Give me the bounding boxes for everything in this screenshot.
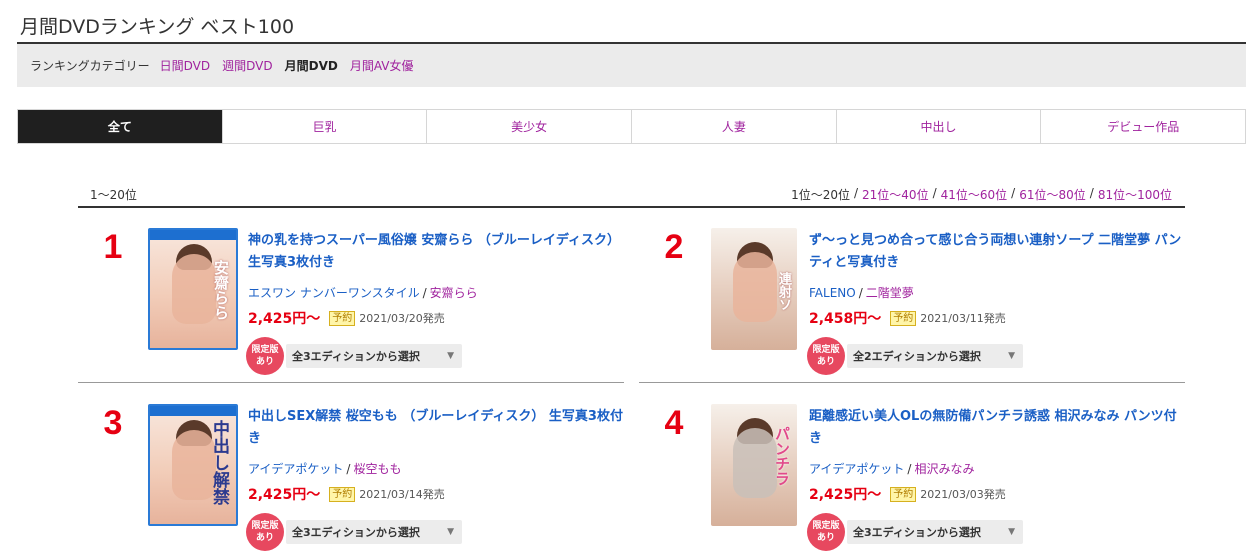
limited-edition-badge: 限定版 あり: [246, 513, 284, 551]
edition-select[interactable]: 全3エディションから選択 ▼: [286, 520, 462, 544]
product-credits: エスワン ナンバーワンスタイル / 安齋らら: [248, 284, 478, 301]
ranking-item: 2 連射ソ ず〜っと見つめ合って感じ合う両想い連射ソープ 二階堂夢 パンティと写…: [639, 228, 1185, 383]
tab-married[interactable]: 人妻: [631, 110, 836, 143]
pager-separator: /: [853, 186, 859, 200]
price-row: 2,425円〜 予約 2021/03/14発売: [248, 484, 445, 504]
maker-link[interactable]: アイデアポケット: [248, 462, 343, 476]
actress-link[interactable]: 桜空もも: [353, 462, 401, 476]
product-title-link[interactable]: 距離感近い美人OLの無防備パンチラ誘惑 相沢みなみ パンツ付き: [809, 406, 1185, 450]
pager-61-80[interactable]: 61位〜80位: [1019, 186, 1086, 203]
tab-bishoujo[interactable]: 美少女: [426, 110, 631, 143]
edition-row: 限定版 あり 全3エディションから選択 ▼: [246, 513, 462, 551]
actress-link[interactable]: 相沢みなみ: [914, 462, 974, 476]
edition-row: 限定版 あり 全3エディションから選択 ▼: [807, 513, 1023, 551]
price: 2,425円〜: [248, 311, 321, 327]
product-credits: FALENO / 二階堂夢: [809, 284, 914, 301]
tab-creampie[interactable]: 中出し: [835, 110, 1041, 143]
product-credits: アイデアポケット / 桜空もも: [248, 460, 401, 477]
maker-link[interactable]: アイデアポケット: [809, 462, 904, 476]
rank-number: 3: [103, 404, 123, 442]
limited-edition-badge: 限定版 あり: [807, 513, 845, 551]
release-date: 2021/03/03発売: [920, 488, 1006, 501]
reserve-badge: 予約: [329, 310, 356, 326]
limited-edition-badge: 限定版 あり: [246, 337, 284, 375]
reserve-badge: 予約: [329, 486, 356, 502]
row-divider: [78, 382, 624, 383]
tab-debut[interactable]: デビュー作品: [1040, 110, 1245, 143]
reserve-badge: 予約: [890, 486, 917, 502]
product-cover-image[interactable]: 連射ソ: [711, 228, 797, 350]
ranking-item: 1 安齋らら 神の乳を持つスーパー風俗嬢 安齋らら （ブルーレイディスク） 生写…: [78, 228, 624, 383]
genre-tabs: 全て 巨乳 美少女 人妻 中出し デビュー作品: [17, 109, 1246, 144]
price: 2,425円〜: [248, 487, 321, 503]
ranking-item: 3 中出し解禁 中出しSEX解禁 桜空もも （ブルーレイディスク） 生写真3枚付…: [78, 404, 624, 551]
maker-link[interactable]: エスワン ナンバーワンスタイル: [248, 286, 420, 300]
edition-select[interactable]: 全3エディションから選択 ▼: [847, 520, 1023, 544]
release-date: 2021/03/20発売: [359, 312, 445, 325]
reserve-badge: 予約: [890, 310, 917, 326]
chevron-down-icon: ▼: [1008, 527, 1015, 537]
rank-pager: 1位〜20位 / 21位〜40位 / 41位〜60位 / 61位〜80位 / 8…: [791, 186, 1172, 203]
price: 2,425円〜: [809, 487, 882, 503]
list-divider: [78, 206, 1185, 208]
edition-select[interactable]: 全2エディションから選択 ▼: [847, 344, 1023, 368]
edition-row: 限定版 あり 全3エディションから選択 ▼: [246, 337, 462, 375]
actress-link[interactable]: 二階堂夢: [866, 286, 914, 300]
pager-21-40[interactable]: 21位〜40位: [862, 186, 929, 203]
category-daily-dvd[interactable]: 日間DVD: [160, 57, 210, 74]
chevron-down-icon: ▼: [447, 351, 454, 361]
tab-big-breasts[interactable]: 巨乳: [221, 110, 427, 143]
release-date: 2021/03/11発売: [920, 312, 1006, 325]
cover-text: パンチラ: [773, 426, 791, 486]
rank-number: 2: [664, 228, 684, 266]
pager-separator: /: [932, 186, 937, 200]
product-credits: アイデアポケット / 相沢みなみ: [809, 460, 974, 477]
category-weekly-dvd[interactable]: 週間DVD: [222, 57, 272, 74]
credit-separator: /: [858, 286, 863, 300]
product-cover-image[interactable]: パンチラ: [711, 404, 797, 526]
cover-text: 安齋らら: [212, 260, 230, 320]
credit-separator: /: [422, 286, 427, 300]
page-title: 月間DVDランキング ベスト100: [20, 16, 295, 38]
category-label: ランキングカテゴリー: [30, 59, 150, 73]
release-date: 2021/03/14発売: [359, 488, 445, 501]
credit-separator: /: [346, 462, 351, 476]
product-cover-image[interactable]: 安齋らら: [148, 228, 238, 350]
maker-link[interactable]: FALENO: [809, 286, 856, 300]
actress-link[interactable]: 安齋らら: [430, 286, 478, 300]
rank-number: 1: [103, 228, 123, 266]
price-row: 2,425円〜 予約 2021/03/20発売: [248, 308, 445, 328]
edition-select[interactable]: 全3エディションから選択 ▼: [286, 344, 462, 368]
price: 2,458円〜: [809, 311, 882, 327]
product-cover-image[interactable]: 中出し解禁: [148, 404, 238, 526]
tab-all[interactable]: 全て: [18, 110, 222, 143]
range-label: 1〜20位: [90, 188, 137, 202]
limited-edition-badge: 限定版 あり: [807, 337, 845, 375]
credit-separator: /: [907, 462, 912, 476]
price-row: 2,458円〜 予約 2021/03/11発売: [809, 308, 1006, 328]
rank-number: 4: [664, 404, 684, 442]
edition-row: 限定版 あり 全2エディションから選択 ▼: [807, 337, 1023, 375]
chevron-down-icon: ▼: [447, 527, 454, 537]
pager-separator: /: [1089, 186, 1094, 200]
ranking-item: 4 パンチラ 距離感近い美人OLの無防備パンチラ誘惑 相沢みなみ パンツ付き ア…: [639, 404, 1185, 551]
category-monthly-av-actress[interactable]: 月間AV女優: [350, 57, 414, 74]
price-row: 2,425円〜 予約 2021/03/03発売: [809, 484, 1006, 504]
product-title-link[interactable]: ず〜っと見つめ合って感じ合う両想い連射ソープ 二階堂夢 パンティと写真付き: [809, 230, 1185, 274]
category-monthly-dvd: 月間DVD: [284, 59, 338, 73]
pager-1-20: 1位〜20位: [791, 188, 850, 202]
chevron-down-icon: ▼: [1008, 351, 1015, 361]
cover-text: 中出し解禁: [209, 420, 229, 505]
pager-41-60[interactable]: 41位〜60位: [941, 186, 1008, 203]
pager-separator: /: [1011, 186, 1016, 200]
cover-text: 連射ソ: [776, 272, 791, 311]
pager-81-100[interactable]: 81位〜100位: [1098, 186, 1172, 203]
product-title-link[interactable]: 神の乳を持つスーパー風俗嬢 安齋らら （ブルーレイディスク） 生写真3枚付き: [248, 230, 624, 274]
row-divider: [639, 382, 1185, 383]
product-title-link[interactable]: 中出しSEX解禁 桜空もも （ブルーレイディスク） 生写真3枚付き: [248, 406, 624, 450]
ranking-category-bar: ランキングカテゴリー 日間DVD 週間DVD 月間DVD 月間AV女優: [17, 44, 1246, 87]
